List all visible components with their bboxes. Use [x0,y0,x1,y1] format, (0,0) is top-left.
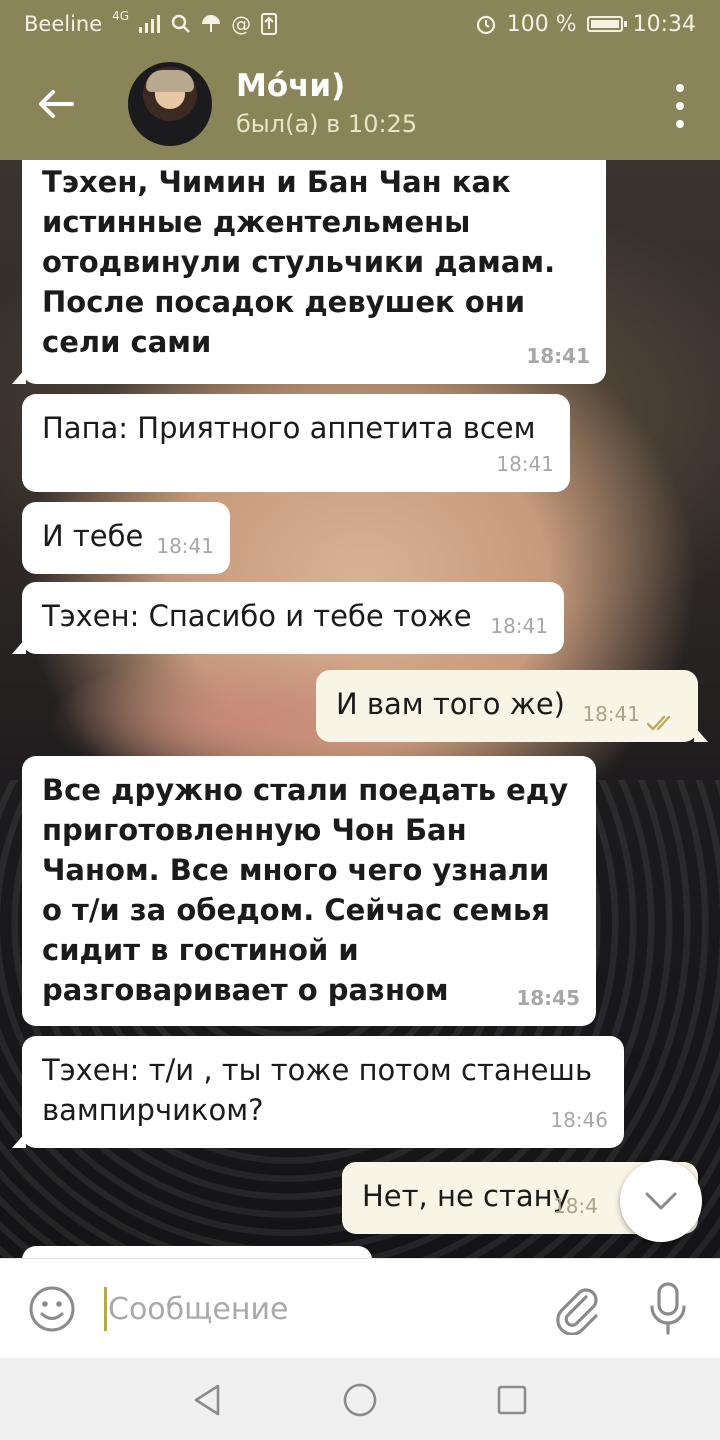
emoji-icon[interactable] [28,1285,76,1333]
message-text: Тэхен: Спасибо и тебе тоже [42,599,472,633]
message-composer [0,1258,720,1359]
message-text: Папа: Приятного аппетита всем [42,411,536,445]
message-bubble[interactable]: Тэхен: Спасибо и тебе тоже 18:41 [12,582,564,654]
message-text: Тэхен: т/и , ты тоже потом станешь вампи… [42,1053,602,1127]
message-bubble-outgoing[interactable]: И вам того же) 18:41 [316,670,708,742]
clock: 10:34 [632,11,696,37]
status-bar: Beeline 4G @ 100 % 10:34 [0,0,720,48]
nav-back-icon[interactable] [188,1380,228,1420]
battery-percent: 100 % [506,11,577,37]
message-time: 18:41 [156,534,214,558]
system-nav-bar [0,1358,720,1440]
signal-icon [139,15,161,33]
message-bubble[interactable]: Тэхен: т/и , ты тоже потом станешь вампи… [12,1036,624,1148]
text-cursor [104,1287,107,1331]
message-time: 18:4 [553,1194,598,1218]
message-time: 18:46 [550,1108,608,1132]
avatar[interactable] [128,62,212,146]
message-bubble[interactable]: Все дружно стали поедать еду приготовлен… [22,756,596,1026]
message-bubble[interactable]: Тэхен, Чимин и Бан Чан как истинные джен… [12,160,606,384]
message-time: 18:45 [516,986,580,1010]
upload-icon [261,13,278,35]
chat-header: Мо́чи) был(а) в 10:25 [0,48,720,160]
message-time: 18:41 [496,452,554,476]
message-input[interactable] [108,1285,528,1333]
chevron-down-icon [645,1192,677,1210]
message-text: Тэхен, Чимин и Бан Чан как истинные джен… [42,165,566,359]
umbrella-icon [202,15,221,32]
message-time: 18:41 [526,344,590,368]
carrier-label: Beeline [24,12,103,36]
more-vert-icon[interactable] [670,84,690,128]
message-bubble[interactable]: И тебе 18:41 [22,502,230,574]
message-text: Все дружно стали поедать еду приготовлен… [42,773,579,1007]
search-icon [171,14,190,33]
last-seen-status: был(а) в 10:25 [236,110,418,138]
nav-recents-icon[interactable] [492,1380,532,1420]
scroll-down-button[interactable] [620,1160,702,1242]
network-type-label: 4G [112,9,130,23]
mic-icon[interactable] [644,1281,692,1337]
read-checkmarks-icon [646,715,671,731]
nav-home-icon[interactable] [340,1380,380,1420]
message-list[interactable]: Тэхен, Чимин и Бан Чан как истинные джен… [0,160,720,1258]
message-bubble[interactable] [22,1246,372,1258]
at-icon: @ [231,12,252,36]
back-button[interactable] [30,78,82,130]
alarm-icon [476,15,495,35]
message-time: 18:41 [490,614,548,638]
message-bubble[interactable]: Папа: Приятного аппетита всем 18:41 [22,394,570,492]
message-time: 18:41 [582,702,640,726]
paperclip-icon[interactable] [552,1283,604,1335]
back-arrow-icon [39,90,74,118]
battery-icon [586,16,627,32]
contact-name[interactable]: Мо́чи) [236,68,345,104]
